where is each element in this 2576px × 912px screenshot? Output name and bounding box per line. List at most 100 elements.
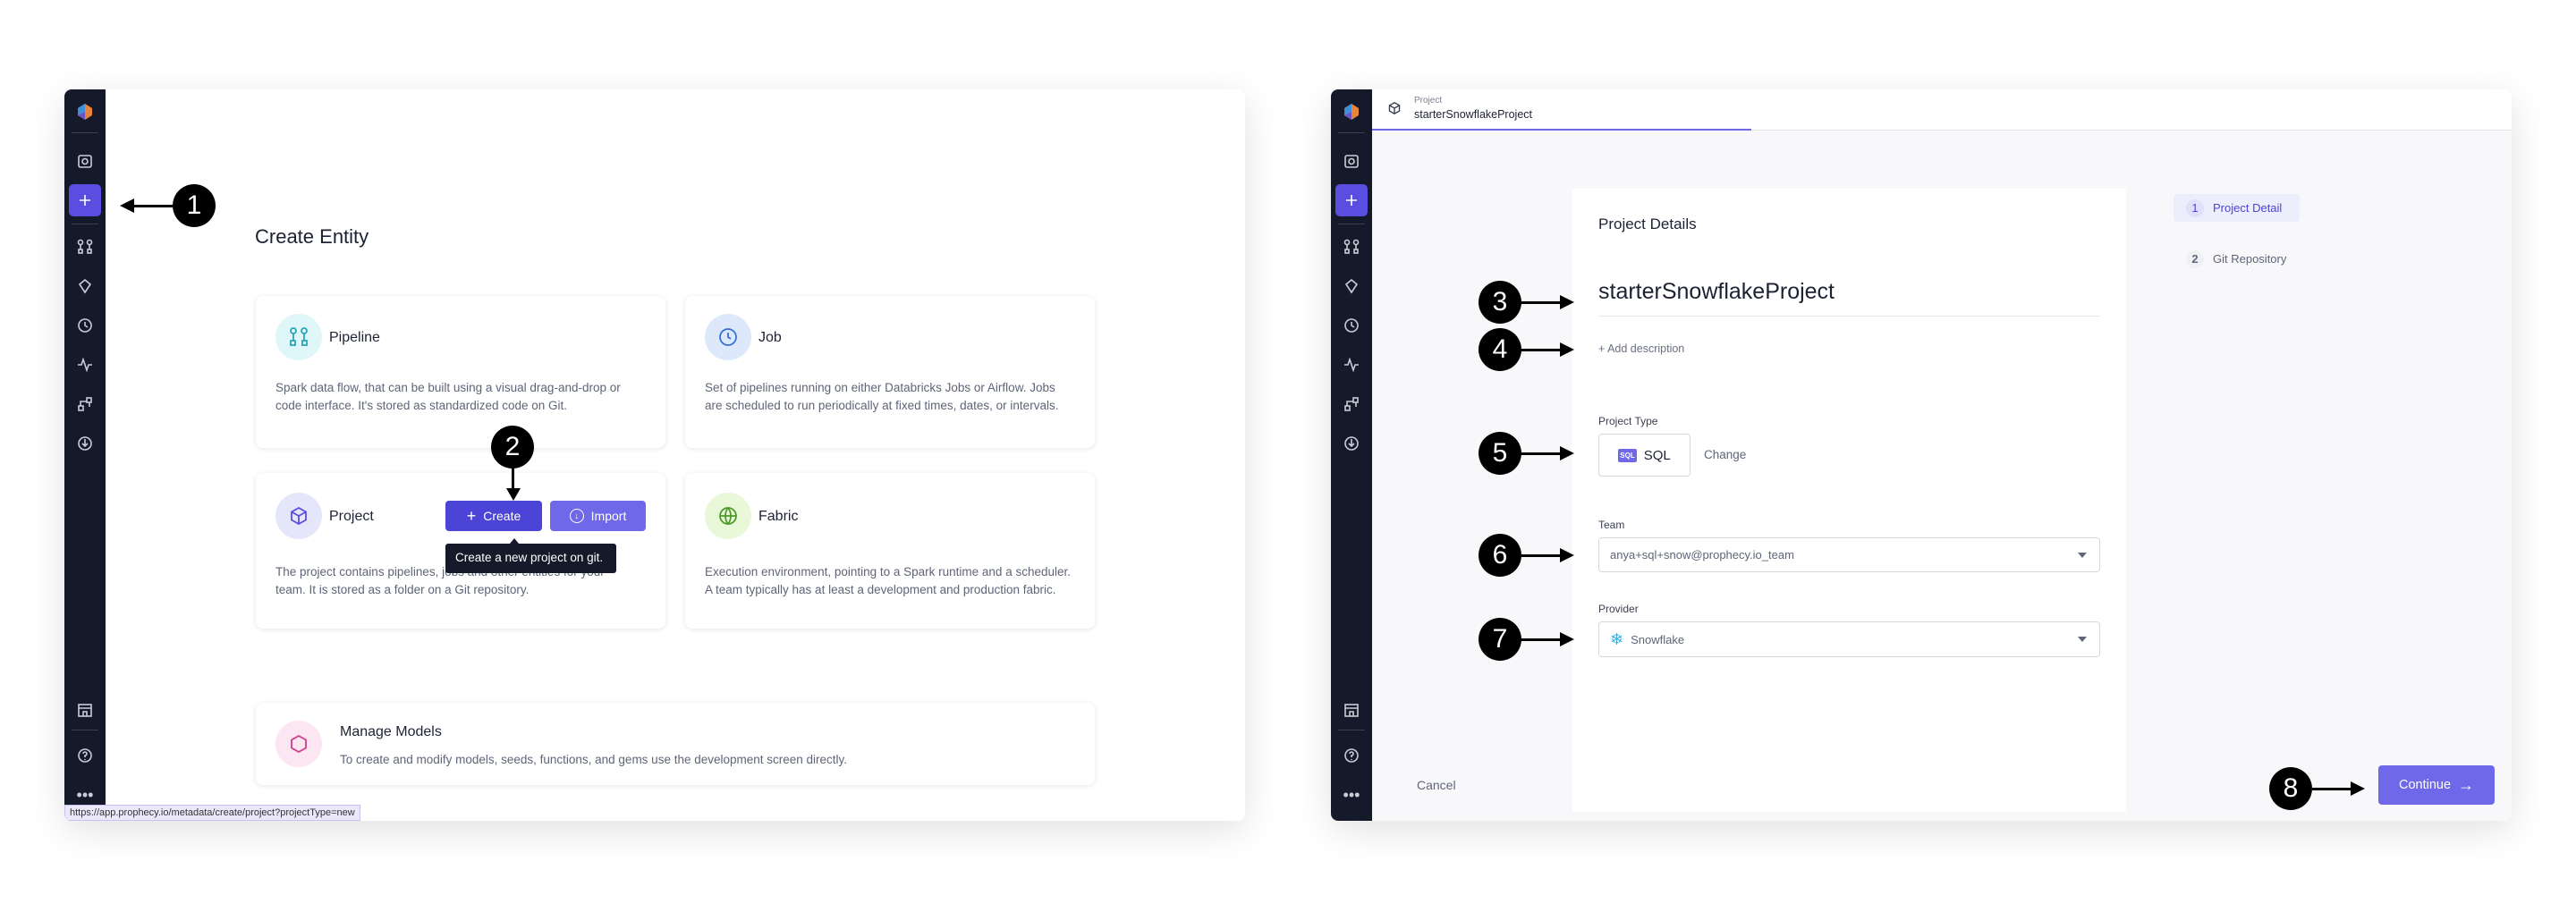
step-project-detail[interactable]: 1 Project Detail [2174, 194, 2300, 222]
lineage-icon[interactable] [72, 391, 98, 418]
callout-7: 7 [1479, 618, 1521, 661]
tab-kind: Project [1414, 96, 1443, 106]
create-entity-window: ••• Create Entity Pipeline Spark data fl… [64, 89, 1245, 821]
tab-name: starterSnowflakeProject [1414, 108, 1533, 121]
team-label: Team [1598, 519, 1625, 531]
project-type-label: Project Type [1598, 415, 1658, 427]
project-details-form: Project Details starterSnowflakeProject … [1572, 189, 2126, 812]
create-entity-button[interactable] [69, 184, 101, 216]
callout-2: 2 [491, 426, 534, 469]
cube-icon [1388, 101, 1401, 115]
marketplace-icon[interactable] [72, 697, 98, 723]
provider-select[interactable]: ❄ Snowflake [1598, 621, 2100, 657]
step-number: 2 [2186, 249, 2204, 268]
plus-icon: + [466, 506, 477, 525]
download-icon[interactable] [72, 430, 98, 457]
arrow-right-icon: → [2458, 775, 2475, 794]
arrowhead [1560, 632, 1574, 646]
callout-arrow [1521, 554, 1562, 557]
create-project-button[interactable]: + Create [445, 501, 542, 531]
tooltip: Create a new project on git. [445, 544, 616, 573]
project-tab[interactable]: Project starterSnowflakeProject [1372, 89, 1751, 131]
pipeline-card[interactable]: Pipeline Spark data flow, that can be bu… [256, 296, 665, 448]
callout-arrow [2311, 788, 2352, 790]
marketplace-icon[interactable] [1338, 697, 1365, 723]
card-description: Spark data flow, that can be built using… [275, 381, 621, 412]
change-type-link[interactable]: Change [1704, 448, 1746, 461]
provider-label: Provider [1598, 603, 1639, 615]
page-title: Create Entity [255, 225, 369, 248]
prophecy-logo[interactable] [1338, 98, 1365, 125]
callout-arrow [1521, 638, 1562, 641]
activity-icon[interactable] [72, 351, 98, 378]
pipeline-icon[interactable] [72, 233, 98, 260]
search-files-icon[interactable] [1338, 148, 1365, 174]
snowflake-icon: ❄ [1610, 629, 1624, 648]
callout-1: 1 [173, 184, 216, 227]
team-select[interactable]: anya+sql+snow@prophecy.io_team [1598, 537, 2100, 572]
sql-icon: SQL [1618, 448, 1637, 462]
card-description: Set of pipelines running on either Datab… [705, 381, 1059, 412]
arrowhead [2351, 781, 2365, 796]
job-card[interactable]: Job Set of pipelines running on either D… [685, 296, 1095, 448]
arrowhead [1560, 342, 1574, 357]
activity-icon[interactable] [1338, 351, 1365, 378]
import-icon: ↓ [569, 509, 584, 523]
arrowhead [1560, 446, 1574, 460]
prophecy-logo[interactable] [72, 98, 98, 125]
arrowhead [506, 488, 521, 501]
gem-icon[interactable] [1338, 273, 1365, 300]
cancel-button[interactable]: Cancel [1417, 778, 1456, 792]
search-files-icon[interactable] [72, 148, 98, 174]
create-entity-button[interactable] [1335, 184, 1368, 216]
gem-icon[interactable] [72, 273, 98, 300]
arrowhead [1560, 548, 1574, 562]
form-title: Project Details [1598, 215, 1697, 232]
clock-icon [705, 314, 751, 360]
cube-icon [275, 493, 322, 539]
hexagon-icon [275, 721, 322, 767]
card-description: Execution environment, pointing to a Spa… [705, 565, 1071, 596]
lineage-icon[interactable] [1338, 391, 1365, 418]
globe-icon [705, 493, 751, 539]
arrowhead [1560, 295, 1574, 309]
callout-8: 8 [2269, 767, 2312, 810]
callout-3: 3 [1479, 281, 1521, 324]
callout-4: 4 [1479, 328, 1521, 371]
clock-icon[interactable] [72, 312, 98, 339]
step-git-repository[interactable]: 2 Git Repository [2174, 245, 2286, 273]
card-description: To create and modify models, seeds, func… [340, 753, 848, 766]
fabric-card[interactable]: Fabric Execution environment, pointing t… [685, 473, 1095, 629]
status-url: https://app.prophecy.io/metadata/create/… [64, 805, 360, 821]
more-icon[interactable]: ••• [1338, 781, 1365, 808]
arrowhead [120, 198, 134, 213]
plus-icon: + [1598, 342, 1608, 355]
sidebar: ••• [1331, 89, 1372, 821]
callout-arrow [134, 205, 173, 207]
card-title: Manage Models [340, 724, 442, 739]
download-icon[interactable] [1338, 430, 1365, 457]
tooltip-arrow [510, 538, 519, 544]
callout-arrow [1521, 452, 1562, 455]
project-name-input[interactable]: starterSnowflakeProject [1598, 279, 2100, 317]
help-icon[interactable] [72, 742, 98, 769]
help-icon[interactable] [1338, 742, 1365, 769]
pipeline-icon[interactable] [1338, 233, 1365, 260]
chevron-down-icon [2078, 637, 2087, 642]
manage-models-card[interactable]: Manage Models To create and modify model… [256, 703, 1095, 785]
project-type-sql[interactable]: SQL SQL [1598, 434, 1690, 477]
callout-arrow [1521, 301, 1562, 304]
clock-icon[interactable] [1338, 312, 1365, 339]
add-description-button[interactable]: + Add description [1598, 342, 1684, 355]
card-title: Project [329, 509, 374, 524]
sidebar: ••• [64, 89, 106, 821]
callout-5: 5 [1479, 432, 1521, 475]
import-project-button[interactable]: ↓ Import [550, 501, 646, 531]
card-title: Pipeline [329, 330, 380, 345]
callout-6: 6 [1479, 534, 1521, 577]
step-number: 1 [2186, 198, 2204, 217]
pipeline-icon [275, 314, 322, 360]
continue-button[interactable]: Continue → [2378, 765, 2495, 805]
chevron-down-icon [2078, 552, 2087, 558]
card-title: Job [758, 330, 782, 345]
